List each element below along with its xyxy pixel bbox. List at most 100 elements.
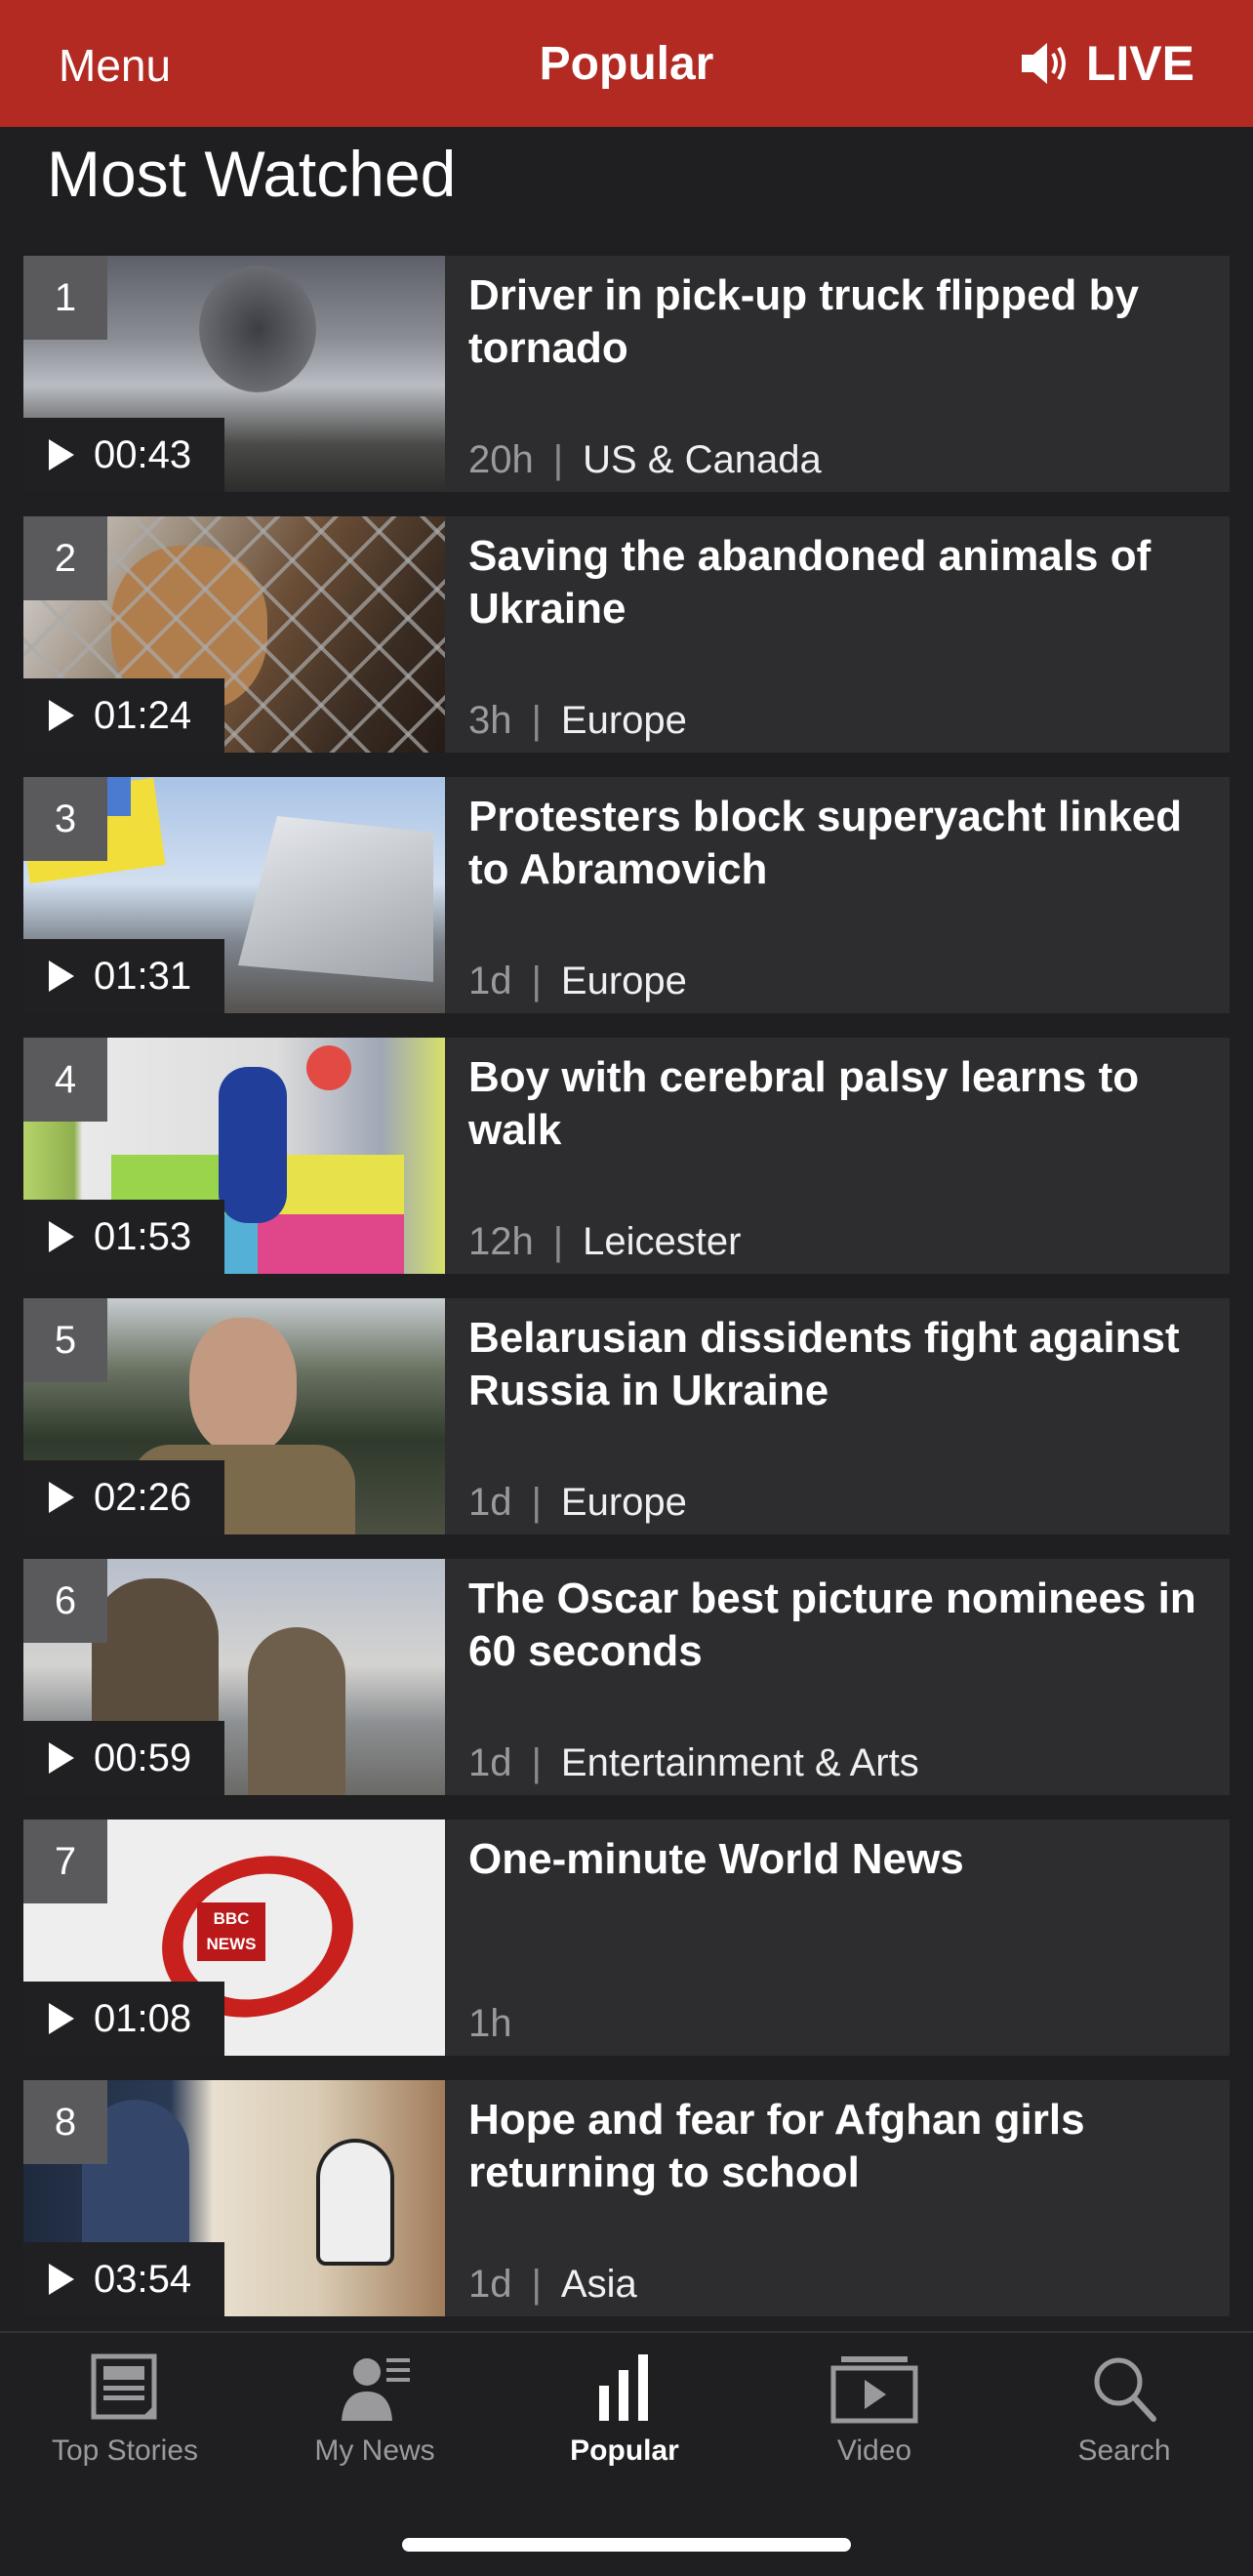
rank-badge: 4 [23, 1038, 107, 1122]
live-label: LIVE [1085, 36, 1194, 91]
headline: Driver in pick-up truck flipped by torna… [468, 271, 1140, 372]
category: Europe [560, 1481, 687, 1524]
live-button[interactable]: LIVE [1020, 35, 1194, 92]
video-thumbnail: 1 00:43 [23, 256, 445, 492]
video-icon [830, 2356, 918, 2424]
duration-badge: 01:53 [23, 1200, 224, 1274]
video-thumbnail: 2 01:24 [23, 516, 445, 753]
rank-badge: 7 [23, 1820, 107, 1903]
item-meta: 20h | US & Canada [468, 438, 822, 482]
video-thumbnail: 6 00:59 [23, 1559, 445, 1795]
category: Leicester [583, 1220, 742, 1263]
video-list: 1 00:43 Driver in pick-up truck flipped … [23, 256, 1230, 2316]
headline: Saving the abandoned animals of Ukraine [468, 532, 1152, 633]
category: Europe [560, 699, 687, 742]
play-icon [49, 700, 74, 731]
play-icon [49, 2003, 74, 2034]
headline: Hope and fear for Afghan girls returning… [468, 2096, 1085, 2196]
play-icon [49, 1221, 74, 1252]
video-thumbnail: BBC NEWS 7 01:08 [23, 1820, 445, 2056]
item-meta: 1h [468, 2002, 512, 2046]
category: Entertainment & Arts [560, 1741, 919, 1784]
list-item[interactable]: 2 01:24 Saving the abandoned animals of … [23, 516, 1230, 753]
category: Asia [560, 2263, 637, 2306]
list-item[interactable]: 5 02:26 Belarusian dissidents fight agai… [23, 1298, 1230, 1534]
tab-popular[interactable]: Popular [500, 2351, 749, 2468]
headline: Boy with cerebral palsy learns to walk [468, 1053, 1140, 1154]
bar-chart-icon [599, 2354, 648, 2421]
item-meta: 1d | Entertainment & Arts [468, 1741, 919, 1785]
meta-separator: | [552, 438, 564, 481]
duration-text: 00:59 [94, 1736, 192, 1779]
time-ago: 1h [468, 2002, 512, 2045]
item-meta: 12h | Leicester [468, 1220, 741, 1264]
rank-badge: 1 [23, 256, 107, 340]
meta-separator: | [531, 1741, 542, 1784]
video-thumbnail: 3 01:31 [23, 777, 445, 1013]
list-item[interactable]: 1 00:43 Driver in pick-up truck flipped … [23, 256, 1230, 492]
time-ago: 1d [468, 2263, 512, 2306]
tab-label: My News [314, 2434, 435, 2467]
tab-my-news[interactable]: My News [250, 2351, 500, 2468]
play-icon [49, 961, 74, 992]
list-item[interactable]: BBC NEWS 7 01:08 One-minute World News 1… [23, 1820, 1230, 2056]
headline: Protesters block superyacht linked to Ab… [468, 793, 1183, 893]
meta-separator: | [531, 2263, 542, 2306]
duration-text: 01:24 [94, 693, 192, 737]
list-item[interactable]: 8 03:54 Hope and fear for Afghan girls r… [23, 2080, 1230, 2316]
rank-badge: 3 [23, 777, 107, 861]
play-icon [49, 1482, 74, 1513]
headline: Belarusian dissidents fight against Russ… [468, 1314, 1180, 1414]
rank-badge: 8 [23, 2080, 107, 2164]
time-ago: 12h [468, 1220, 534, 1263]
time-ago: 3h [468, 699, 512, 742]
meta-separator: | [531, 699, 542, 742]
search-icon [1094, 2357, 1156, 2422]
tab-video[interactable]: Video [749, 2351, 999, 2468]
rank-badge: 2 [23, 516, 107, 600]
duration-badge: 02:26 [23, 1460, 224, 1534]
duration-badge: 01:24 [23, 678, 224, 753]
tab-search[interactable]: Search [999, 2351, 1249, 2468]
duration-badge: 03:54 [23, 2242, 224, 2316]
play-icon [49, 1742, 74, 1774]
meta-separator: | [552, 1220, 564, 1263]
time-ago: 1d [468, 1741, 512, 1784]
play-icon [49, 439, 74, 470]
tab-label: Video [836, 2434, 912, 2467]
duration-badge: 01:31 [23, 939, 224, 1013]
duration-badge: 00:43 [23, 418, 224, 492]
list-item[interactable]: 6 00:59 The Oscar best picture nominees … [23, 1559, 1230, 1795]
time-ago: 20h [468, 438, 534, 481]
meta-separator: | [531, 960, 542, 1002]
category: US & Canada [583, 438, 822, 481]
video-thumbnail: 4 01:53 [23, 1038, 445, 1274]
duration-text: 01:31 [94, 954, 192, 998]
tab-label: Top Stories [51, 2434, 199, 2467]
headline: One-minute World News [468, 1835, 964, 1883]
item-meta: 1d | Asia [468, 2263, 637, 2307]
item-meta: 1d | Europe [468, 1481, 687, 1525]
duration-badge: 01:08 [23, 1982, 224, 2056]
duration-text: 03:54 [94, 2257, 192, 2301]
duration-text: 01:53 [94, 1214, 192, 1258]
list-item[interactable]: 3 01:31 Protesters block superyacht link… [23, 777, 1230, 1013]
tab-label: Search [1077, 2434, 1171, 2467]
duration-text: 00:43 [94, 432, 192, 476]
play-icon [49, 2264, 74, 2295]
headline: The Oscar best picture nominees in 60 se… [468, 1574, 1196, 1675]
rank-badge: 6 [23, 1559, 107, 1643]
time-ago: 1d [468, 960, 512, 1002]
tab-top-stories[interactable]: Top Stories [0, 2351, 250, 2468]
newspaper-icon [91, 2353, 157, 2420]
list-item[interactable]: 4 01:53 Boy with cerebral palsy learns t… [23, 1038, 1230, 1274]
speaker-icon [1021, 43, 1066, 84]
duration-text: 01:08 [94, 1996, 192, 2040]
person-list-icon [342, 2358, 410, 2421]
duration-text: 02:26 [94, 1475, 192, 1519]
home-indicator[interactable] [402, 2538, 851, 2552]
meta-separator: | [531, 1481, 542, 1524]
video-thumbnail: 5 02:26 [23, 1298, 445, 1534]
video-thumbnail: 8 03:54 [23, 2080, 445, 2316]
item-meta: 3h | Europe [468, 699, 687, 743]
